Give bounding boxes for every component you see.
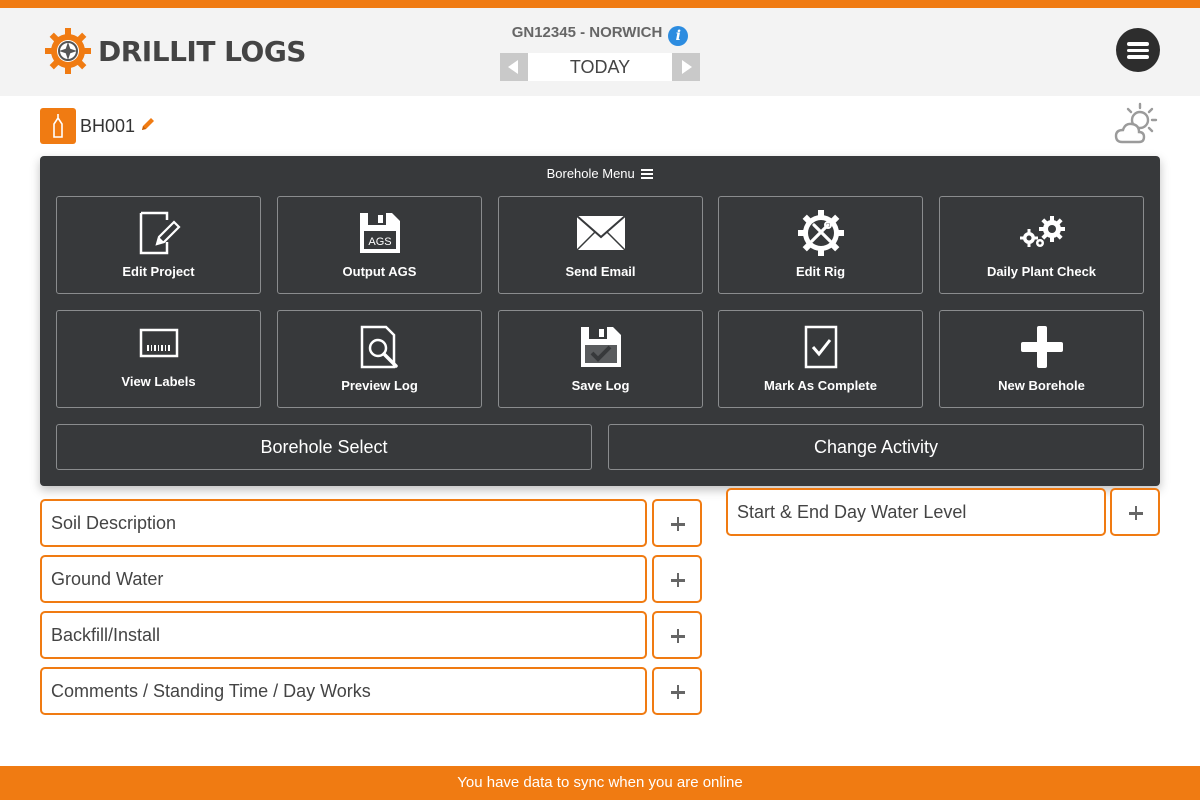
edit-rig-label: Edit Rig — [795, 264, 846, 279]
preview-log-label: Preview Log — [341, 378, 418, 393]
activity-soil-description[interactable]: Soil Description — [40, 499, 647, 547]
activity-water-level[interactable]: Start & End Day Water Level — [726, 488, 1106, 536]
add-soil-description-button[interactable] — [652, 499, 702, 547]
add-comments-button[interactable] — [652, 667, 702, 715]
borehole-select-button[interactable]: Borehole Select — [56, 424, 592, 470]
add-backfill-install-button[interactable] — [652, 611, 702, 659]
borehole-header: BH001 — [40, 108, 156, 144]
document-search-icon — [278, 323, 481, 371]
edit-borehole-pencil-icon[interactable] — [140, 116, 156, 137]
next-day-button[interactable] — [672, 53, 700, 81]
app-logo[interactable]: DRILLIT LOGS — [44, 27, 306, 75]
date-navigator: TODAY — [500, 53, 700, 81]
activity-comments-standing-time[interactable]: Comments / Standing Time / Day Works — [40, 667, 647, 715]
save-disk-icon — [499, 323, 702, 371]
sync-status-bar: You have data to sync when you are onlin… — [0, 766, 1200, 800]
add-water-level-button[interactable] — [1110, 488, 1160, 536]
view-labels-label: View Labels — [121, 374, 196, 389]
activity-row: Ground Water — [40, 555, 702, 603]
add-ground-water-button[interactable] — [652, 555, 702, 603]
activity-row: Backfill/Install — [40, 611, 702, 659]
borehole-icon — [40, 108, 76, 144]
borehole-name: BH001 — [80, 115, 136, 136]
barcode-label-icon — [57, 319, 260, 367]
activity-ground-water[interactable]: Ground Water — [40, 555, 647, 603]
hamburger-line-icon — [1127, 55, 1149, 59]
activity-backfill-install[interactable]: Backfill/Install — [40, 611, 647, 659]
hamburger-line-icon — [1127, 42, 1149, 46]
gear-tools-icon — [719, 209, 922, 257]
weather-partly-cloudy-icon[interactable] — [1112, 100, 1162, 153]
send-email-button[interactable]: Send Email — [498, 196, 703, 294]
mark-as-complete-label: Mark As Complete — [764, 378, 877, 393]
activity-row: Soil Description — [40, 499, 702, 547]
new-borehole-label: New Borehole — [998, 378, 1085, 393]
checked-document-icon — [719, 323, 922, 371]
new-borehole-button[interactable]: New Borehole — [939, 310, 1144, 408]
app-header: DRILLIT LOGS GN12345 - NORWICH i TODAY — [0, 8, 1200, 96]
preview-log-button[interactable]: Preview Log — [277, 310, 482, 408]
info-icon[interactable]: i — [668, 26, 689, 46]
activity-row: Start & End Day Water Level — [726, 488, 1160, 536]
top-accent-stripe — [0, 0, 1200, 8]
save-log-button[interactable]: Save Log — [498, 310, 703, 408]
menu-lines-icon — [641, 167, 654, 182]
previous-day-button[interactable] — [500, 53, 528, 81]
mark-as-complete-button[interactable]: Mark As Complete — [718, 310, 923, 408]
project-title[interactable]: GN12345 - NORWICH i — [480, 24, 720, 46]
ags-disk-icon: AGS — [278, 209, 481, 257]
view-labels-button[interactable]: View Labels — [56, 310, 261, 408]
plus-icon — [940, 323, 1143, 371]
activity-row: Comments / Standing Time / Day Works — [40, 667, 702, 715]
logo-text: DRILLIT LOGS — [98, 34, 306, 68]
save-log-label: Save Log — [571, 378, 630, 393]
drill-gear-logo-icon — [45, 28, 91, 74]
date-label: TODAY — [528, 53, 672, 81]
envelope-icon — [499, 209, 702, 257]
project-title-text: GN12345 - NORWICH — [511, 24, 663, 41]
output-ags-label: Output AGS — [342, 264, 417, 279]
gears-icon — [940, 209, 1143, 257]
change-activity-button[interactable]: Change Activity — [608, 424, 1144, 470]
send-email-label: Send Email — [565, 264, 636, 279]
edit-rig-button[interactable]: Edit Rig — [718, 196, 923, 294]
daily-plant-check-label: Daily Plant Check — [986, 264, 1097, 279]
edit-project-button[interactable]: Edit Project — [56, 196, 261, 294]
hamburger-line-icon — [1127, 48, 1149, 52]
output-ags-button[interactable]: AGS Output AGS — [277, 196, 482, 294]
borehole-menu-title-text: Borehole Menu — [546, 166, 635, 181]
edit-project-label: Edit Project — [122, 264, 195, 279]
daily-plant-check-button[interactable]: Daily Plant Check — [939, 196, 1144, 294]
edit-document-icon — [57, 209, 260, 257]
hamburger-menu-button[interactable] — [1116, 28, 1160, 72]
svg-text:AGS: AGS — [368, 236, 391, 248]
borehole-menu-title[interactable]: Borehole Menu — [40, 166, 1160, 182]
borehole-menu-panel: Borehole Menu Edit Project AGS Output AG… — [40, 156, 1160, 486]
